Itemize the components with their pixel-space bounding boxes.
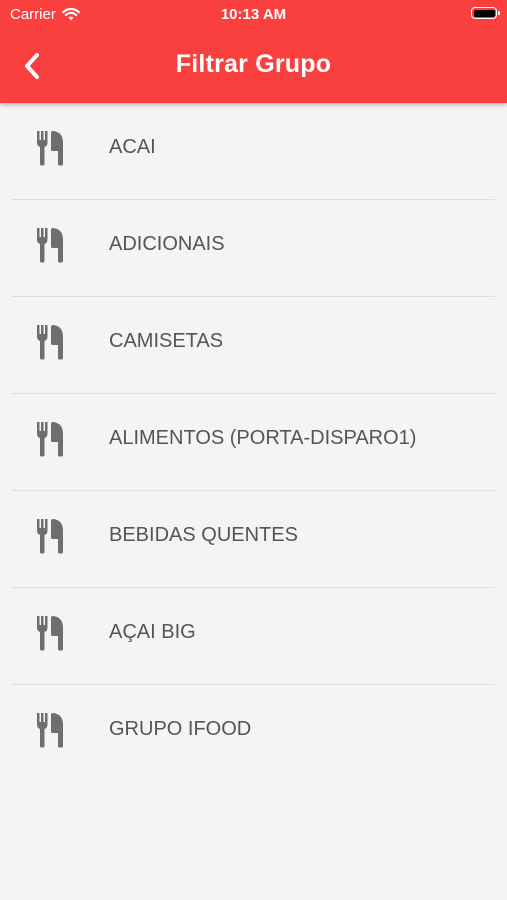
list-item[interactable]: ADICIONAIS <box>0 200 507 297</box>
utensils-icon <box>37 422 64 457</box>
list-item-label: GRUPO IFOOD <box>109 718 252 740</box>
screen: Carrier 10:13 AM Filtrar Grupo ACAI ADIC… <box>0 0 507 900</box>
battery-icon <box>471 7 500 19</box>
utensils-icon <box>37 713 64 748</box>
list-item[interactable]: ACAI <box>0 103 507 200</box>
list-item-label: ALIMENTOS (PORTA-DISPARO1) <box>109 427 417 449</box>
list-item[interactable]: AÇAI BIG <box>0 588 507 685</box>
header: Carrier 10:13 AM Filtrar Grupo <box>0 0 507 103</box>
list-item[interactable]: ALIMENTOS (PORTA-DISPARO1) <box>0 394 507 491</box>
utensils-icon <box>37 325 64 360</box>
nav-bar: Filtrar Grupo <box>0 30 507 103</box>
utensils-icon <box>37 228 64 263</box>
status-bar: Carrier 10:13 AM <box>0 0 507 30</box>
utensils-icon <box>37 616 64 651</box>
group-list: ACAI ADICIONAIS CAMISETAS ALIMENTOS (POR… <box>0 103 507 782</box>
status-time: 10:13 AM <box>220 6 287 23</box>
utensils-icon <box>37 519 64 554</box>
list-item-label: AÇAI BIG <box>109 621 196 643</box>
list-item-label: CAMISETAS <box>109 330 224 352</box>
list-item[interactable]: CAMISETAS <box>0 297 507 394</box>
utensils-icon <box>37 131 64 166</box>
page-title: Filtrar Grupo <box>175 50 332 78</box>
list-item[interactable]: GRUPO IFOOD <box>0 685 507 782</box>
list-item[interactable]: BEBIDAS QUENTES <box>0 491 507 588</box>
list-item-label: ADICIONAIS <box>109 233 225 255</box>
list-item-label: ACAI <box>109 136 156 158</box>
list-item-label: BEBIDAS QUENTES <box>109 524 298 546</box>
